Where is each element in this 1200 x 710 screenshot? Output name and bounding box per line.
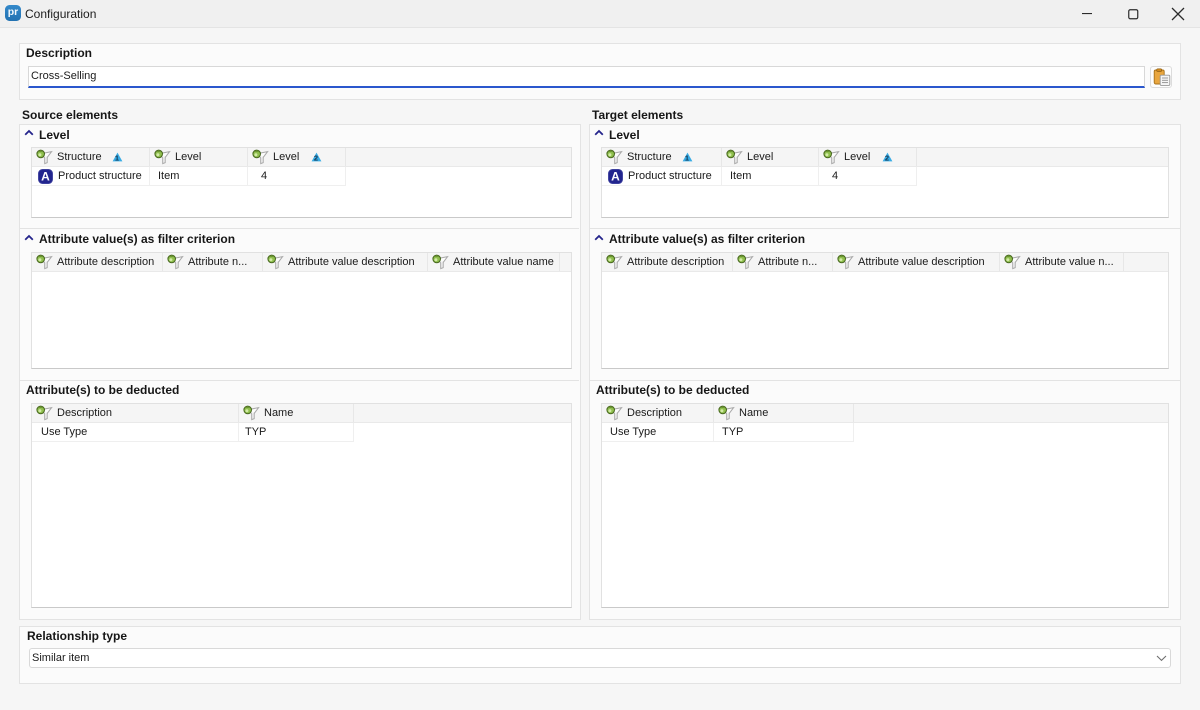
svg-text:2: 2	[314, 154, 318, 162]
svg-text:1: 1	[685, 154, 689, 162]
svg-text:2: 2	[885, 154, 889, 162]
svg-text:A: A	[611, 169, 620, 183]
svg-text:1: 1	[115, 154, 119, 162]
svg-text:A: A	[41, 169, 50, 183]
